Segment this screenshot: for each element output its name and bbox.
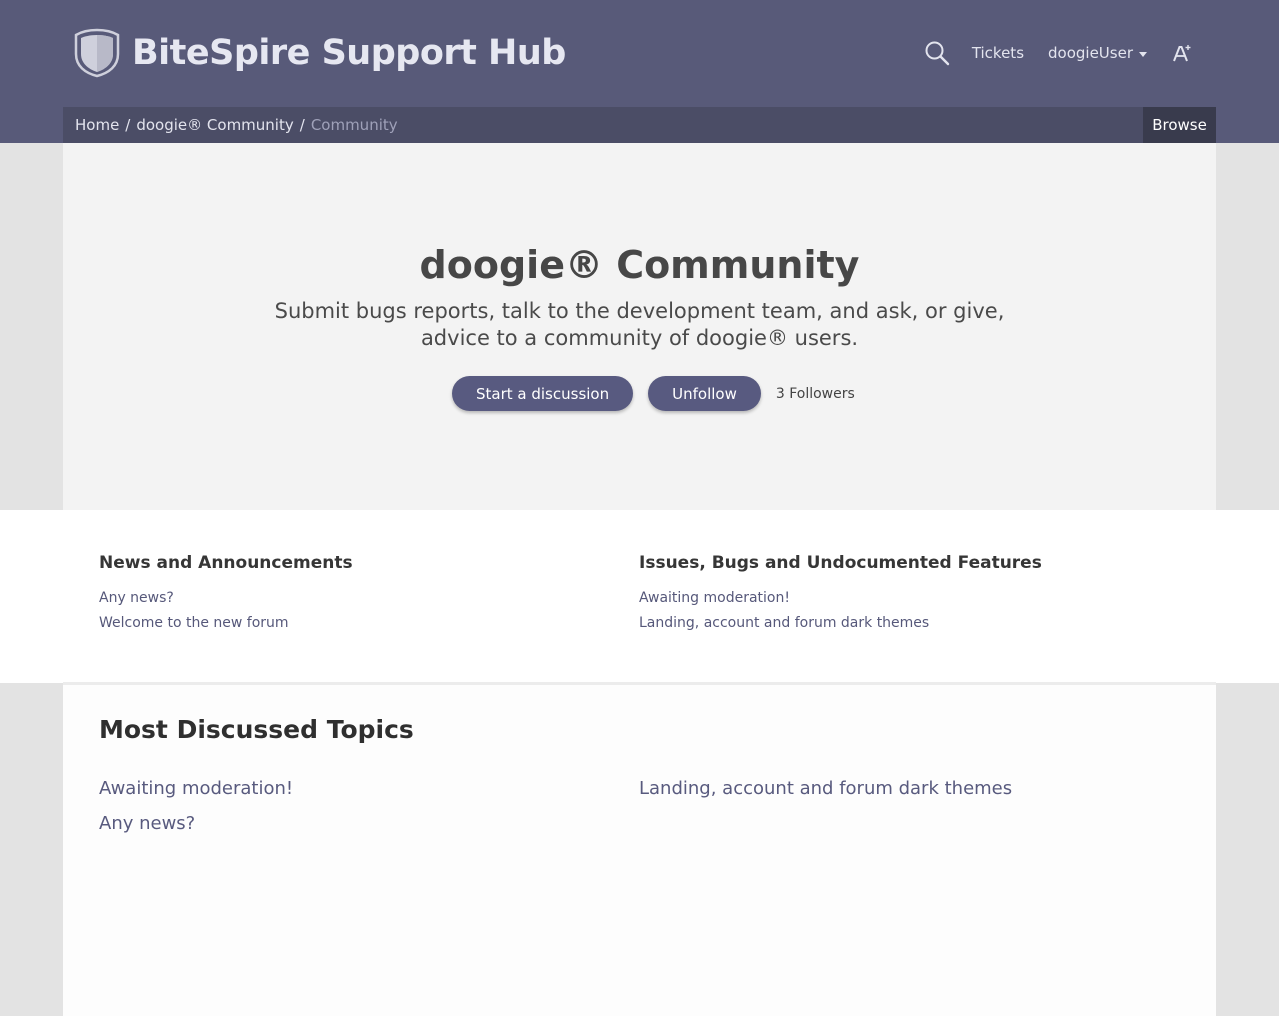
shield-logo-icon [74,28,120,78]
category-topic-link[interactable]: Landing, account and forum dark themes [639,615,1159,631]
hero-actions: Start a discussion Unfollow 3 Followers [452,376,855,411]
caret-down-icon [1139,51,1147,57]
site-header: BiteSpire Support Hub Tickets doogieUser… [0,0,1279,143]
most-discussed-topic[interactable]: Landing, account and forum dark themes [639,778,1012,799]
most-discussed-topic[interactable]: Awaiting moderation! [99,778,293,799]
font-size-icon[interactable] [1173,44,1191,62]
followers-count: 3 Followers [775,385,855,402]
breadcrumb-doogie-community[interactable]: doogie® Community [136,116,293,134]
brand-link[interactable]: BiteSpire Support Hub [73,28,566,78]
category-news: News and Announcements Any news? Welcome… [99,553,619,631]
category-issues: Issues, Bugs and Undocumented Features A… [639,553,1159,631]
breadcrumb-current: Community [310,116,398,134]
most-discussed-topic[interactable]: Any news? [99,813,195,834]
page-description: Submit bugs reports, talk to the develop… [274,299,1005,350]
category-topic-link[interactable]: Awaiting moderation! [639,590,1159,606]
username: doogieUser [1048,44,1133,62]
category-topic-link[interactable]: Welcome to the new forum [99,615,619,631]
user-menu[interactable]: doogieUser [1048,44,1147,62]
category-title[interactable]: News and Announcements [99,553,619,573]
top-nav: Tickets doogieUser [924,38,1191,68]
search-icon[interactable] [924,40,950,66]
page-title: doogie® Community [419,243,860,287]
category-topic-link[interactable]: Any news? [99,590,619,606]
category-title[interactable]: Issues, Bugs and Undocumented Features [639,553,1159,573]
brand-name: BiteSpire Support Hub [132,33,566,73]
main-content: News and Announcements Any news? Welcome… [0,510,1279,1016]
breadcrumb-separator: / [125,116,131,134]
breadcrumb-bar: Home / doogie® Community / Community Bro… [63,107,1216,143]
unfollow-button[interactable]: Unfollow [648,376,761,411]
browse-button[interactable]: Browse [1143,107,1216,143]
start-discussion-button[interactable]: Start a discussion [452,376,634,411]
community-hero: doogie® Community Submit bugs reports, t… [63,143,1216,510]
breadcrumb: Home / doogie® Community / Community [75,107,398,143]
section-divider [63,682,1216,685]
breadcrumb-separator: / [299,116,305,134]
most-discussed-title: Most Discussed Topics [99,715,414,744]
tickets-link[interactable]: Tickets [972,44,1024,62]
breadcrumb-home[interactable]: Home [75,116,119,134]
